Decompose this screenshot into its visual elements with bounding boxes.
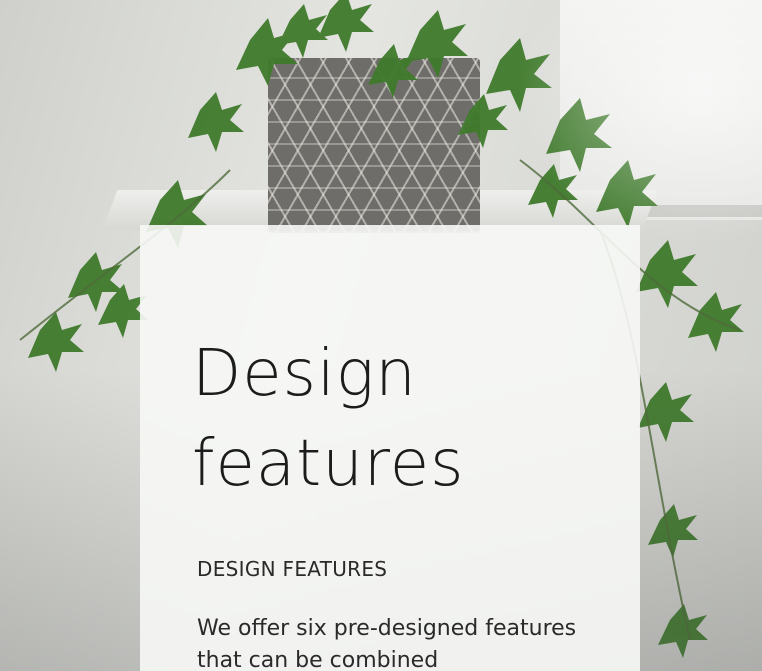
card-title-line-2: features	[192, 427, 465, 501]
card-title: Design features	[192, 329, 612, 509]
card-body-text: We offer six pre-designed features that …	[197, 616, 577, 671]
card-title-line-1: Design	[192, 337, 417, 411]
card-eyebrow-label: DESIGN FEATURES	[197, 557, 388, 581]
hero-section: Design features DESIGN FEATURES We offer…	[0, 0, 762, 671]
design-features-card: Design features DESIGN FEATURES We offer…	[140, 225, 640, 671]
